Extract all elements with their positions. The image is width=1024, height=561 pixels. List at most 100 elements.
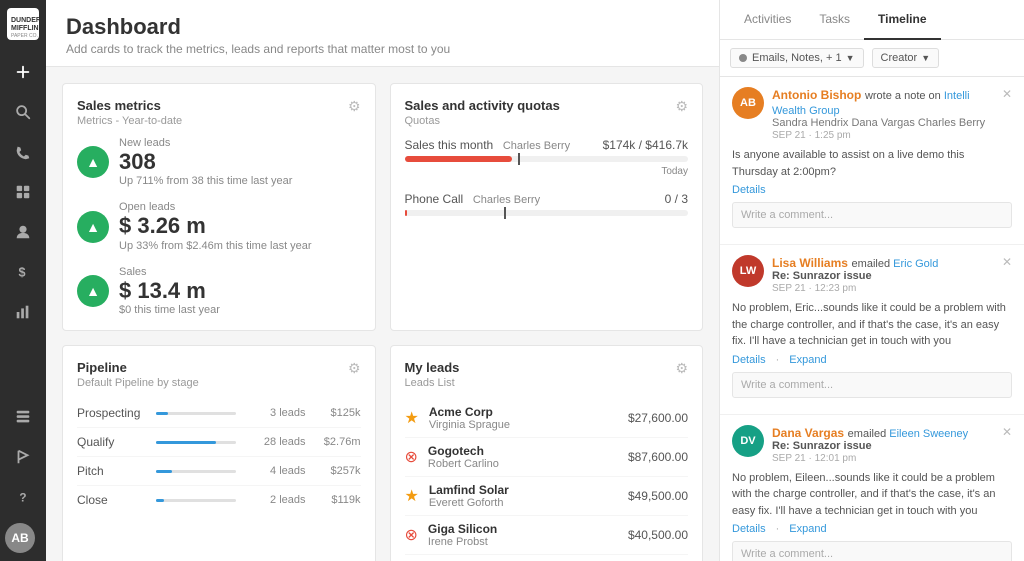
sales-value: $ 13.4 m: [119, 278, 220, 304]
lead-person-lamfind: Everett Goforth: [429, 497, 628, 509]
comment-box-1[interactable]: Write a comment...: [732, 202, 1012, 228]
sales-quotas-title: Sales and activity quotas: [405, 98, 560, 113]
filter-creator-label: Creator: [881, 52, 918, 64]
metric-sales: ▲ Sales $ 13.4 m $0 this time last year: [77, 266, 361, 316]
pipeline-bar-fill-qualify: [156, 441, 216, 444]
pipeline-header: Pipeline Default Pipeline by stage ⚙: [77, 360, 361, 389]
right-panel: Activities Tasks Timeline Emails, Notes,…: [719, 0, 1024, 561]
right-panel-filters: Emails, Notes, + 1 ▼ Creator ▼: [720, 40, 1024, 77]
timeline-list: AB Antonio Bishop wrote a note on Intell…: [720, 77, 1024, 561]
sidebar-item-chart[interactable]: [5, 294, 41, 330]
pipeline-table: Prospecting 3 leads $125k Qualify 28 lea…: [77, 399, 361, 514]
comment-box-3[interactable]: Write a comment...: [732, 541, 1012, 561]
pipeline-value-qualify: $2.76m: [306, 436, 361, 448]
metric-new-leads: ▲ New leads 308 Up 711% from 38 this tim…: [77, 137, 361, 187]
pipeline-bar-fill-pitch: [156, 470, 172, 473]
timeline-close-3[interactable]: ✕: [1002, 425, 1012, 439]
lead-value-lamfind: $49,500.00: [628, 489, 688, 503]
timeline-details-1[interactable]: Details: [732, 184, 766, 196]
my-leads-settings[interactable]: ⚙: [675, 360, 688, 377]
lead-star-lamfind[interactable]: ★: [405, 486, 419, 506]
quota-phone-bar-fill: [405, 210, 408, 216]
timeline-content-1: Antonio Bishop wrote a note on Intelli W…: [772, 87, 998, 141]
lead-name-acme[interactable]: Acme Corp: [429, 405, 628, 419]
timeline-target-3[interactable]: Eileen Sweeney: [889, 428, 968, 440]
sales-metrics-title: Sales metrics: [77, 98, 182, 113]
timeline-close-2[interactable]: ✕: [1002, 255, 1012, 269]
timeline-subline-2: Re: Sunrazor issue: [772, 270, 998, 282]
timeline-author-3[interactable]: Dana Vargas: [772, 426, 844, 440]
filter-dot: [739, 54, 747, 62]
sidebar-item-flag[interactable]: [5, 439, 41, 475]
sales-quotas-settings[interactable]: ⚙: [675, 98, 688, 115]
new-leads-label: New leads: [119, 137, 292, 149]
quota-phone-label: Phone Call: [405, 192, 464, 206]
timeline-details-2[interactable]: Details: [732, 354, 766, 366]
tab-timeline[interactable]: Timeline: [864, 0, 940, 40]
quota-sales-label: Sales this month: [405, 138, 494, 152]
sidebar-item-table[interactable]: [5, 399, 41, 435]
timeline-expand-3[interactable]: Expand: [789, 523, 826, 535]
sales-metrics-settings[interactable]: ⚙: [348, 98, 361, 115]
svg-text:MIFFLIN: MIFFLIN: [11, 25, 39, 32]
lead-star-gogotech[interactable]: ⊗: [405, 447, 418, 467]
svg-text:PAPER CO.: PAPER CO.: [11, 33, 38, 39]
timeline-avatar-1: AB: [732, 87, 764, 119]
filter-email-notes[interactable]: Emails, Notes, + 1 ▼: [730, 48, 864, 68]
sales-label: Sales: [119, 266, 220, 278]
lead-star-giga[interactable]: ⊗: [405, 525, 418, 545]
new-leads-arrow: ▲: [77, 146, 109, 178]
comment-box-2[interactable]: Write a comment...: [732, 372, 1012, 398]
timeline-links-2: Details · Expand: [732, 354, 1012, 366]
timeline-author-1[interactable]: Antonio Bishop: [772, 88, 861, 102]
sidebar-item-dollar[interactable]: $: [5, 254, 41, 290]
timeline-action-2: emailed: [852, 258, 894, 270]
open-leads-change: Up 33% from $2.46m this time last year: [119, 240, 312, 252]
sep-3: ·: [776, 523, 780, 535]
lead-value-acme: $27,600.00: [628, 411, 688, 425]
lead-value-giga: $40,500.00: [628, 528, 688, 542]
timeline-subline-3: Re: Sunrazor issue: [772, 440, 998, 452]
timeline-target-2[interactable]: Eric Gold: [893, 258, 938, 270]
sales-quotas-subtitle: Quotas: [405, 115, 560, 127]
pipeline-leads-qualify: 28 leads: [246, 436, 306, 448]
lead-name-lamfind[interactable]: Lamfind Solar: [429, 483, 628, 497]
list-item: ★ Acme Corp Virginia Sprague $27,600.00: [405, 399, 689, 438]
lead-name-gogotech[interactable]: Gogotech: [428, 444, 628, 458]
timeline-action-1: wrote a note on: [865, 90, 944, 102]
timeline-author-2[interactable]: Lisa Williams: [772, 256, 848, 270]
lead-star-acme[interactable]: ★: [405, 408, 419, 428]
timeline-name-2: Lisa Williams emailed Eric Gold: [772, 255, 998, 270]
pipeline-bar-fill-prospecting: [156, 412, 168, 415]
list-item: ⊗ Gogotech Robert Carlino $87,600.00: [405, 438, 689, 477]
timeline-date-1: SEP 21 · 1:25 pm: [772, 130, 998, 141]
lead-value-gogotech: $87,600.00: [628, 450, 688, 464]
tab-tasks[interactable]: Tasks: [805, 0, 864, 40]
app-logo[interactable]: DUNDER MIFFLIN PAPER CO.: [7, 8, 39, 40]
pipeline-card: Pipeline Default Pipeline by stage ⚙ Pro…: [62, 345, 376, 561]
pipeline-bar-bg-qualify: [156, 441, 236, 444]
sidebar-item-plus[interactable]: [5, 54, 41, 90]
timeline-expand-2[interactable]: Expand: [789, 354, 826, 366]
quota-phone-bar-bg: [405, 210, 689, 216]
timeline-subline-1: Sandra Hendrix Dana Vargas Charles Berry: [772, 117, 998, 129]
timeline-details-3[interactable]: Details: [732, 523, 766, 535]
my-leads-header: My leads Leads List ⚙: [405, 360, 689, 389]
sales-quotas-card: Sales and activity quotas Quotas ⚙ Sales…: [390, 83, 704, 331]
avatar[interactable]: AB: [5, 523, 35, 553]
sales-change: $0 this time last year: [119, 304, 220, 316]
pipeline-value-close: $119k: [306, 494, 361, 506]
timeline-header-1: AB Antonio Bishop wrote a note on Intell…: [732, 87, 1012, 141]
tab-activities[interactable]: Activities: [730, 0, 805, 40]
sidebar-item-search[interactable]: [5, 94, 41, 130]
lead-name-giga[interactable]: Giga Silicon: [428, 522, 628, 536]
pipeline-settings[interactable]: ⚙: [348, 360, 361, 377]
sidebar-item-question[interactable]: ?: [5, 479, 41, 515]
filter-creator[interactable]: Creator ▼: [872, 48, 940, 68]
filter-email-arrow: ▼: [846, 53, 855, 63]
sidebar-item-person[interactable]: [5, 214, 41, 250]
sales-metrics-card: Sales metrics Metrics - Year-to-date ⚙ ▲…: [62, 83, 376, 331]
timeline-close-1[interactable]: ✕: [1002, 87, 1012, 101]
sidebar-item-phone[interactable]: [5, 134, 41, 170]
sidebar-item-grid[interactable]: [5, 174, 41, 210]
